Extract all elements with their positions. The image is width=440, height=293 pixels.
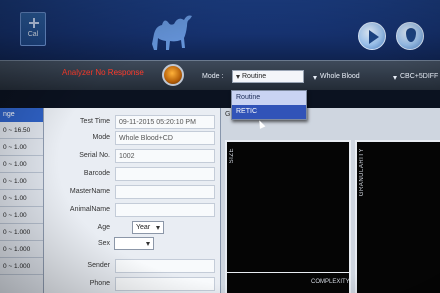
mode-row: Mode Whole Blood+CD bbox=[44, 130, 220, 146]
animal-name-field[interactable] bbox=[115, 203, 215, 217]
reference-range-column: nge 0 ~ 16.50 0 ~ 1.00 0 ~ 1.00 0 ~ 1.00… bbox=[0, 108, 44, 293]
mode-field[interactable]: Whole Blood+CD bbox=[115, 131, 215, 145]
animal-name-label: AnimalName bbox=[69, 206, 110, 213]
sex-label: Sex bbox=[97, 240, 110, 247]
age-unit-value: Year bbox=[136, 224, 151, 231]
graph-panel: Graph SIZE COMPLEXITY GRANULARITY bbox=[220, 108, 440, 293]
master-name-row: MasterName bbox=[44, 184, 220, 200]
mode-option-retic[interactable]: RETIC bbox=[232, 105, 306, 119]
phone-row: Phone bbox=[44, 276, 220, 292]
mode-select[interactable]: Routine bbox=[232, 70, 304, 83]
chevron-down-icon bbox=[236, 75, 240, 79]
test-time-row: Test Time 09-11-2015 05:20:10 PM bbox=[44, 114, 220, 130]
age-unit-select[interactable]: Year bbox=[132, 221, 164, 234]
sample-info-form: Test Time 09-11-2015 05:20:10 PM Mode Wh… bbox=[44, 108, 220, 293]
chevron-down-icon bbox=[393, 76, 397, 80]
drop-icon bbox=[406, 28, 416, 42]
profile-value: CBC+5DIFF bbox=[400, 73, 439, 80]
age-row: Age Year bbox=[44, 220, 220, 236]
chevron-down-icon bbox=[146, 242, 150, 246]
age-label: Age bbox=[97, 224, 110, 231]
sample-type-value: Whole Blood bbox=[320, 73, 360, 80]
range-cell: 0 ~ 16.50 bbox=[0, 122, 43, 139]
sender-label: Sender bbox=[87, 262, 110, 269]
cal-button[interactable]: Cal bbox=[20, 12, 46, 46]
master-name-label: MasterName bbox=[69, 188, 110, 195]
animal-name-row: AnimalName bbox=[44, 202, 220, 218]
complexity-axis-label: COMPLEXITY bbox=[311, 279, 350, 285]
barcode-row: Barcode bbox=[44, 166, 220, 182]
play-icon bbox=[369, 30, 379, 44]
sender-row: Sender bbox=[44, 258, 220, 274]
range-cell: 0 ~ 1.00 bbox=[0, 190, 43, 207]
range-cell: 0 ~ 1.00 bbox=[0, 207, 43, 224]
chevron-down-icon bbox=[156, 226, 160, 230]
size-axis-label: SIZE bbox=[229, 148, 235, 164]
sample-type-select[interactable]: Whole Blood bbox=[312, 73, 360, 80]
mode-select-value: Routine bbox=[242, 73, 267, 80]
size-plot-baseline bbox=[227, 272, 349, 273]
profile-select[interactable]: CBC+5DIFF bbox=[392, 73, 438, 80]
analyzer-status-message: Analyzer No Response bbox=[62, 68, 144, 77]
range-cell: 0 ~ 1.00 bbox=[0, 173, 43, 190]
chevron-down-icon bbox=[313, 76, 317, 80]
mode-option-routine[interactable]: Routine bbox=[232, 91, 306, 105]
barcode-label: Barcode bbox=[83, 170, 110, 177]
cal-button-label: Cal bbox=[27, 31, 39, 38]
phone-label: Phone bbox=[89, 280, 110, 287]
test-time-field[interactable]: 09-11-2015 05:20:10 PM bbox=[115, 115, 215, 129]
mode-field-label: Mode bbox=[92, 134, 110, 141]
range-cell: 0 ~ 1.00 bbox=[0, 156, 43, 173]
serial-no-field[interactable]: 1002 bbox=[115, 149, 215, 163]
sender-field[interactable] bbox=[115, 259, 215, 273]
range-cell: 0 ~ 1.000 bbox=[0, 241, 43, 258]
range-cell: 0 ~ 1.000 bbox=[0, 258, 43, 275]
test-time-label: Test Time bbox=[80, 118, 110, 125]
calibrate-icon bbox=[29, 18, 39, 28]
phone-field[interactable] bbox=[115, 277, 215, 291]
mode-dropdown-menu: Routine RETIC bbox=[231, 90, 307, 120]
reagent-button[interactable] bbox=[396, 22, 424, 50]
range-cell: 0 ~ 1.000 bbox=[0, 224, 43, 241]
mode-label: Mode : bbox=[202, 73, 224, 80]
serial-no-label: Serial No. bbox=[79, 152, 110, 159]
granularity-axis-label: GRANULARITY bbox=[359, 148, 365, 197]
start-button[interactable] bbox=[358, 22, 386, 50]
camel-logo-icon bbox=[152, 15, 192, 50]
status-indicator-icon bbox=[162, 64, 184, 86]
size-scatter-plot: SIZE COMPLEXITY bbox=[225, 140, 351, 293]
sex-select[interactable] bbox=[114, 237, 154, 250]
range-cell: 0 ~ 1.00 bbox=[0, 139, 43, 156]
sex-row: Sex bbox=[44, 236, 220, 252]
master-name-field[interactable] bbox=[115, 185, 215, 199]
range-header: nge bbox=[0, 108, 43, 122]
barcode-field[interactable] bbox=[115, 167, 215, 181]
granularity-scatter-plot: GRANULARITY bbox=[355, 140, 440, 293]
serial-no-row: Serial No. 1002 bbox=[44, 148, 220, 164]
